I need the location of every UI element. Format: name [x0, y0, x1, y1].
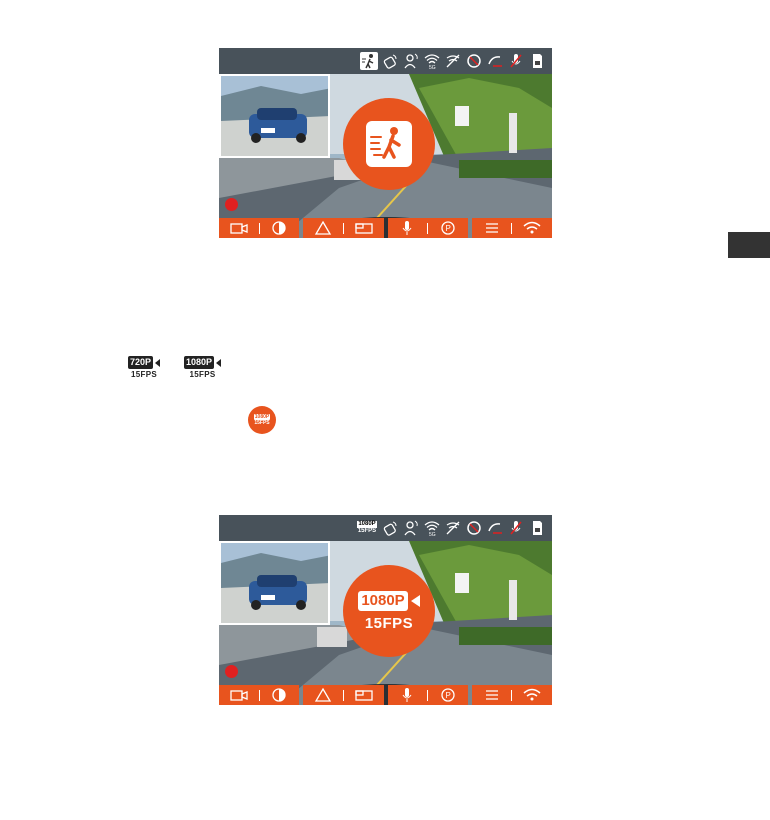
status-res: 1080P — [357, 521, 377, 528]
parking-mode-icon[interactable]: P — [437, 220, 459, 236]
wifi-icon[interactable] — [521, 687, 543, 703]
pedestrian-alert-icon — [360, 52, 378, 70]
wifi-5g-icon: 5G — [423, 52, 441, 70]
fps-label: 15FPS — [189, 370, 216, 379]
pedestrian-alert-icon — [366, 121, 412, 167]
camera-icon — [216, 358, 222, 367]
mic-off-icon — [507, 519, 525, 537]
wifi-5g-icon: 5G — [423, 519, 441, 537]
wifi-band-label: 5G — [429, 532, 436, 537]
driver-icon — [402, 52, 420, 70]
gps-off-icon — [444, 519, 462, 537]
status-bar: 1080P 15FPS 5G — [219, 515, 552, 541]
toolbar-group-4 — [471, 685, 552, 705]
resolution-status: 1080P 15FPS — [356, 519, 378, 537]
bottom-toolbar: P — [219, 218, 552, 238]
gps-off-icon — [444, 52, 462, 70]
lane-icon — [465, 52, 483, 70]
vehicle-sensor-icon — [381, 519, 399, 537]
mic-icon[interactable] — [396, 687, 418, 703]
res-label: 1080P — [184, 356, 215, 369]
parking-icon — [486, 52, 504, 70]
menu-icon[interactable] — [481, 687, 503, 703]
res-label: 720P — [128, 356, 154, 369]
rear-camera-image — [221, 543, 328, 623]
svg-text:P: P — [445, 224, 450, 233]
triangle-icon[interactable] — [312, 687, 334, 703]
mic-off-icon — [507, 52, 525, 70]
lane-icon — [465, 519, 483, 537]
screen-icon[interactable] — [353, 687, 375, 703]
camera-icon — [155, 358, 161, 367]
wifi-icon[interactable] — [521, 220, 543, 236]
vehicle-sensor-icon — [381, 52, 399, 70]
menu-icon[interactable] — [481, 220, 503, 236]
status-fps: 15FPS — [357, 528, 377, 534]
recording-indicator — [225, 198, 238, 211]
contrast-icon[interactable] — [268, 220, 290, 236]
toolbar-group-2 — [303, 218, 384, 238]
toolbar-group-4 — [471, 218, 552, 238]
screen-icon[interactable] — [353, 220, 375, 236]
video-icon[interactable] — [228, 687, 250, 703]
res-option-720p: 720P 15FPS — [128, 356, 161, 379]
center-fps: 15FPS — [364, 614, 414, 632]
sd-card-icon — [528, 52, 546, 70]
toolbar-group-1 — [219, 218, 300, 238]
rear-camera-image — [221, 76, 328, 156]
contrast-icon[interactable] — [268, 687, 290, 703]
toolbar-group-3: P — [387, 218, 468, 238]
resolution-badge: 1080P 15FPS — [343, 565, 435, 657]
parking-icon — [486, 519, 504, 537]
mic-icon[interactable] — [396, 220, 418, 236]
sd-card-icon — [528, 519, 546, 537]
toolbar-group-2 — [303, 685, 384, 705]
svg-text:P: P — [445, 691, 450, 700]
driver-icon — [402, 519, 420, 537]
bottom-toolbar: P — [219, 685, 552, 705]
rear-camera-pip — [219, 541, 330, 625]
dashcam-screen-pedestrian: 5G P — [219, 48, 552, 238]
parking-mode-icon[interactable]: P — [437, 687, 459, 703]
center-res: 1080P — [358, 590, 408, 611]
camera-icon — [410, 594, 420, 607]
fps-label: 15FPS — [131, 370, 157, 379]
wifi-band-label: 5G — [429, 65, 436, 70]
selected-resolution-badge: 1080P 15FPS — [248, 406, 276, 434]
video-icon[interactable] — [228, 220, 250, 236]
chapter-tab — [728, 232, 770, 258]
badge-fps: 15FPS — [254, 419, 270, 426]
toolbar-group-3: P — [387, 685, 468, 705]
triangle-icon[interactable] — [312, 220, 334, 236]
dashcam-screen-resolution: 1080P 15FPS 5G 1080P 15FPS P — [219, 515, 552, 705]
rear-camera-pip — [219, 74, 330, 158]
recording-indicator — [225, 665, 238, 678]
pedestrian-alert-badge — [343, 98, 435, 190]
res-option-1080p: 1080P 15FPS — [184, 356, 222, 379]
status-bar: 5G — [219, 48, 552, 74]
toolbar-group-1 — [219, 685, 300, 705]
